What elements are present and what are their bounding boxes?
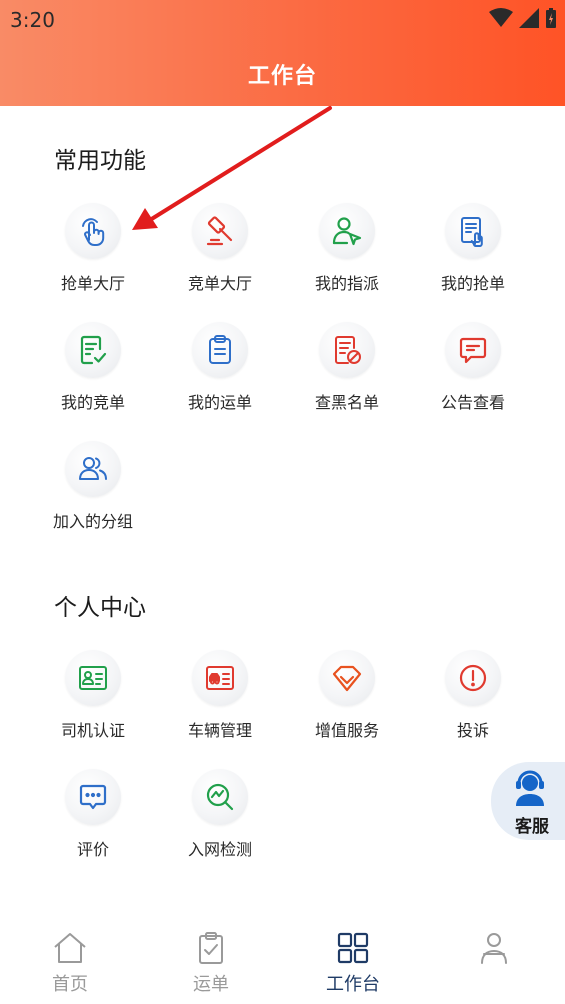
grid-item-label: 查黑名单	[314, 393, 379, 412]
bottom-tab-bar: 首页 运单 工作台	[0, 918, 565, 1004]
document-check-icon	[80, 335, 107, 365]
grid-item-label: 评价	[76, 840, 109, 859]
signal-icon	[519, 8, 539, 28]
battery-icon	[546, 8, 556, 28]
diamond-icon	[332, 665, 362, 692]
wifi-icon	[489, 8, 513, 27]
document-tap-icon	[461, 217, 483, 247]
tab-home[interactable]: 首页	[10, 918, 130, 1004]
grid-item-label: 入网检测	[187, 840, 252, 859]
auction-hammer-icon	[206, 216, 233, 246]
grid-item-label: 我的抢单	[440, 274, 505, 293]
tab-label: 首页	[52, 974, 88, 995]
my-assignment-item[interactable]: 我的指派	[284, 203, 410, 303]
complaint-item[interactable]: 投诉	[410, 650, 536, 750]
alert-icon	[459, 664, 487, 692]
my-waybills-item[interactable]: 我的运单	[157, 322, 283, 422]
grid-icon	[337, 932, 369, 964]
tab-label: 工作台	[326, 974, 380, 995]
grid-item-label: 我的运单	[187, 393, 252, 412]
customer-service-button[interactable]: 客服	[491, 762, 565, 840]
vehicle-management-item[interactable]: 车辆管理	[157, 650, 283, 750]
user-assign-icon	[332, 217, 362, 246]
grid-item-label: 司机认证	[60, 721, 125, 740]
headset-agent-icon	[516, 770, 544, 806]
grid-item-label: 公告查看	[440, 393, 505, 412]
tab-profile[interactable]	[434, 918, 554, 1004]
grid-item-label: 加入的分组	[52, 512, 133, 531]
grid-item-label: 我的竞单	[60, 393, 125, 412]
evaluation-item[interactable]: 评价	[30, 769, 156, 869]
grab-order-hall-item[interactable]: 抢单大厅	[30, 203, 156, 303]
tab-waybill[interactable]: 运单	[151, 918, 271, 1004]
announcement-icon	[459, 337, 487, 364]
status-time: 3:20	[10, 8, 55, 32]
profile-icon	[481, 933, 507, 964]
status-icons	[489, 7, 557, 29]
vehicle-card-icon	[206, 666, 234, 690]
clipboard-check-icon	[199, 932, 223, 964]
my-bids-item[interactable]: 我的竞单	[30, 322, 156, 422]
group-icon	[79, 457, 107, 480]
search-chart-icon	[206, 783, 234, 811]
home-icon	[54, 933, 86, 963]
bid-order-hall-item[interactable]: 竞单大厅	[157, 203, 283, 303]
check-blacklist-item[interactable]: 查黑名单	[284, 322, 410, 422]
my-grabbed-orders-item[interactable]: 我的抢单	[410, 203, 536, 303]
tab-label: 运单	[193, 974, 229, 995]
grid-item-label: 我的指派	[314, 274, 379, 293]
joined-groups-item[interactable]: 加入的分组	[30, 441, 156, 541]
clipboard-icon	[209, 335, 231, 364]
grid-item-label: 投诉	[456, 721, 489, 740]
header-bar: 3:20 工作台	[0, 0, 565, 106]
section-title-common: 常用功能	[54, 148, 146, 174]
blacklist-icon	[335, 336, 361, 364]
grid-item-label: 车辆管理	[187, 721, 252, 740]
tap-hand-icon	[82, 218, 105, 246]
driver-certification-item[interactable]: 司机认证	[30, 650, 156, 750]
value-added-services-item[interactable]: 增值服务	[284, 650, 410, 750]
id-card-icon	[79, 666, 107, 690]
section-title-personal: 个人中心	[54, 595, 146, 621]
grid-item-label: 竞单大厅	[187, 274, 252, 293]
grid-item-label: 增值服务	[314, 721, 379, 740]
page-title: 工作台	[247, 64, 317, 89]
network-check-item[interactable]: 入网检测	[157, 769, 283, 869]
grid-item-label: 抢单大厅	[60, 274, 125, 293]
tab-workbench[interactable]: 工作台	[293, 918, 413, 1004]
announcements-item[interactable]: 公告查看	[410, 322, 536, 422]
customer-service-label: 客服	[515, 817, 549, 837]
comment-icon	[79, 784, 107, 810]
